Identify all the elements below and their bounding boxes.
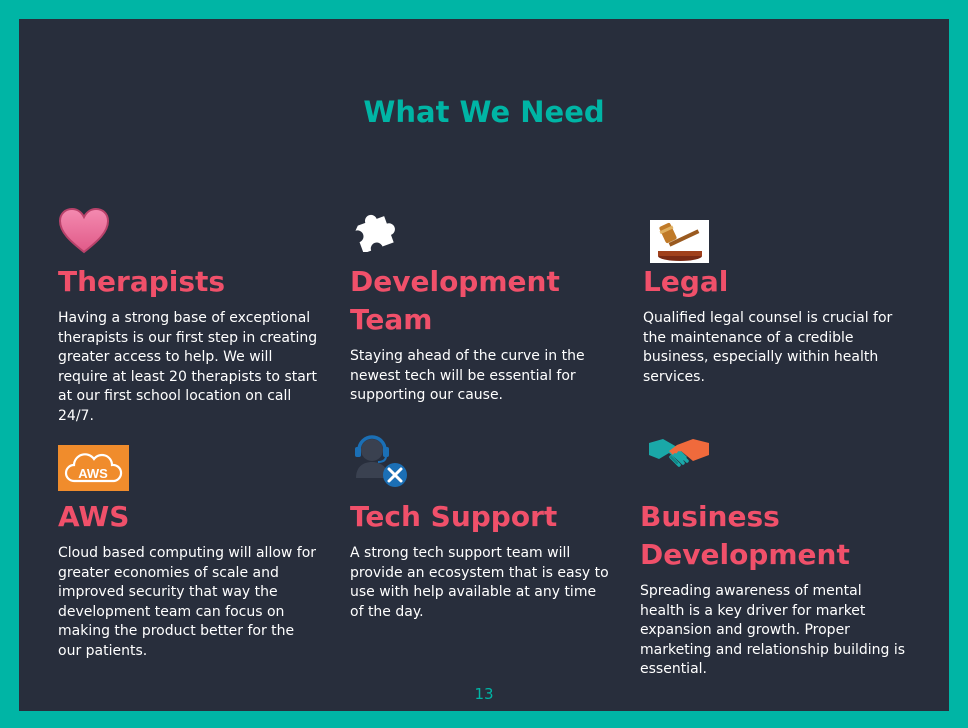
puzzle-piece-icon	[355, 214, 395, 252]
card-heading: AWS	[58, 500, 130, 533]
aws-cloud-icon: AWS	[58, 445, 129, 491]
page-number: 13	[474, 685, 494, 703]
aws-icon-label: AWS	[78, 466, 108, 481]
card-aws: AWS Cloud based computing will allow for…	[58, 498, 318, 661]
card-heading: Business Development	[640, 500, 850, 571]
gavel-icon	[650, 220, 709, 263]
card-therapists: Therapists Having a strong base of excep…	[58, 263, 318, 426]
slide: What We Need Therapists Having a strong …	[19, 19, 949, 711]
card-heading: Legal	[643, 265, 729, 298]
card-body: Cloud based computing will allow for gre…	[58, 545, 317, 659]
card-body: A strong tech support team will provide …	[350, 545, 609, 620]
headset-support-icon	[355, 435, 407, 487]
card-development-team: Development Team Staying ahead of the cu…	[350, 263, 610, 406]
card-tech-support: Tech Support A strong tech support team …	[350, 498, 610, 622]
card-heading: Tech Support	[350, 500, 558, 533]
card-body: Spreading awareness of mental health is …	[640, 583, 906, 677]
card-body: Staying ahead of the curve in the newest…	[350, 348, 585, 403]
handshake-icon	[649, 439, 709, 467]
slide-title: What We Need	[363, 95, 605, 129]
heart-icon	[58, 207, 110, 254]
card-body: Qualified legal counsel is crucial for t…	[643, 310, 893, 385]
card-business-development: Business Development Spreading awareness…	[640, 498, 910, 680]
card-legal: Legal Qualified legal counsel is crucial…	[643, 263, 903, 387]
card-body: Having a strong base of exceptional ther…	[58, 310, 318, 424]
card-heading: Therapists	[58, 265, 226, 298]
card-heading: Development Team	[350, 265, 560, 336]
